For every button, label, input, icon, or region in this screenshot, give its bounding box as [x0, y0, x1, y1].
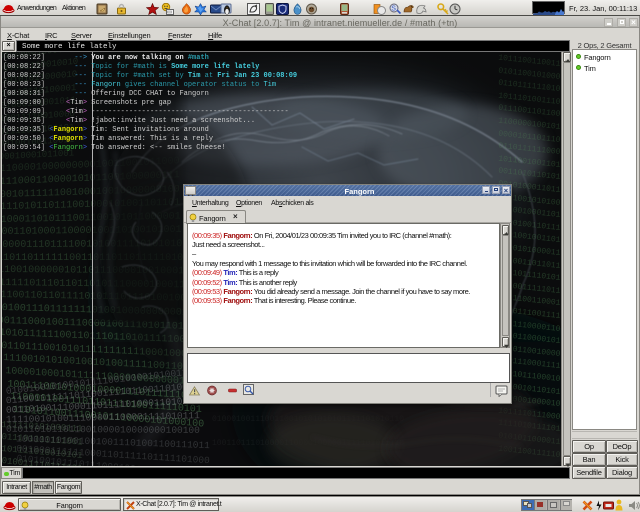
svg-text:S: S: [391, 6, 396, 13]
